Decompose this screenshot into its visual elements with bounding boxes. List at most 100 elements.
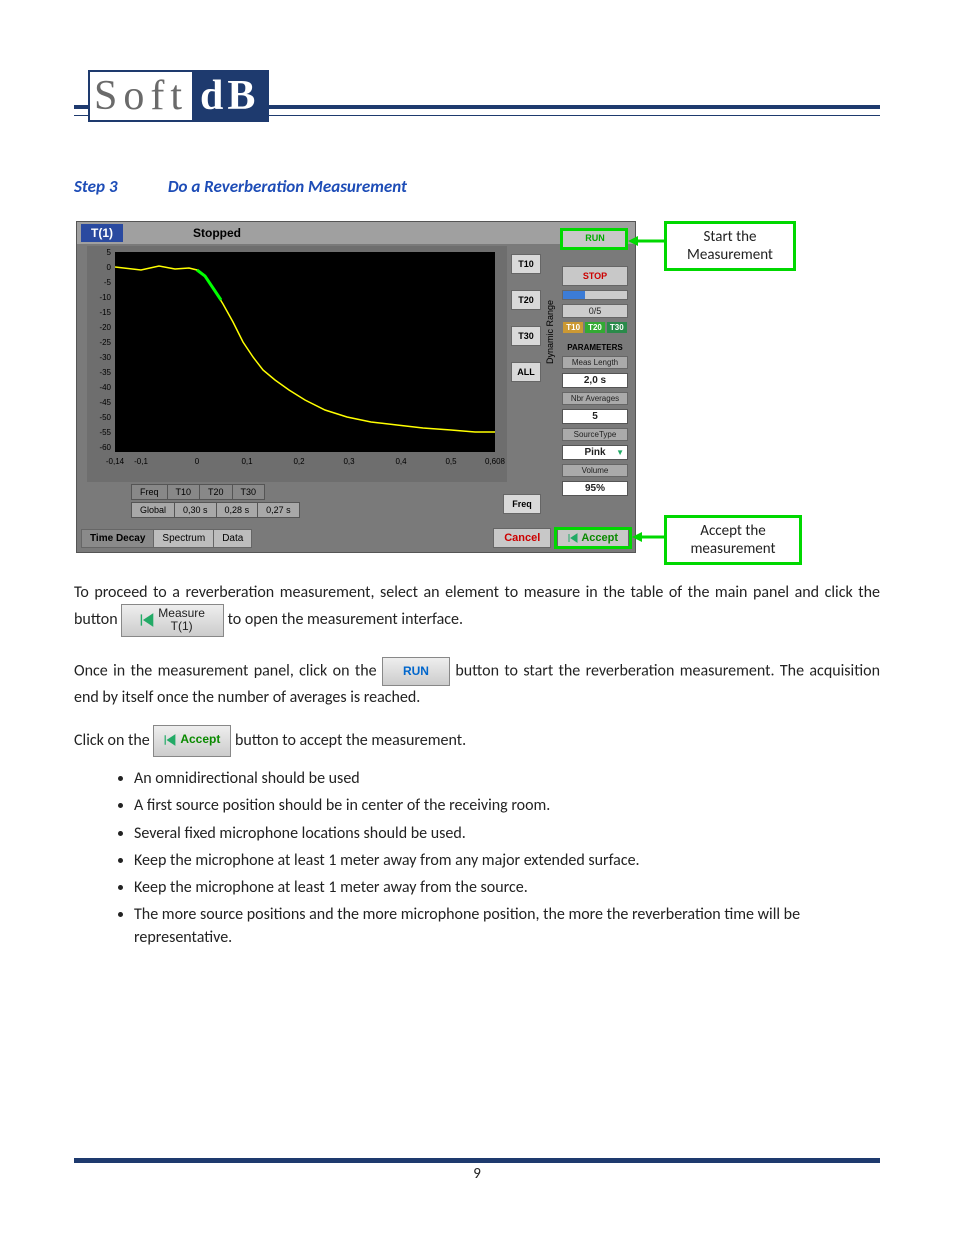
header-t1: T(1) (81, 224, 123, 242)
cell-t10: 0,30 s (174, 502, 217, 518)
nbr-avg-value[interactable]: 5 (562, 409, 628, 424)
guidelines-list: An omnidirectional should be used A firs… (116, 767, 880, 949)
t20-button[interactable]: T20 (511, 290, 541, 310)
t-chip-group: T10 T20 T30 (562, 322, 628, 333)
cell-t30: 0,27 s (257, 502, 300, 518)
xtick: -0,1 (134, 457, 148, 466)
list-item: The more source positions and the more m… (134, 903, 880, 949)
ytick: -55 (87, 428, 111, 437)
ytick: -20 (87, 323, 111, 332)
t10-button[interactable]: T10 (511, 254, 541, 274)
tab-data[interactable]: Data (213, 529, 252, 548)
volume-value[interactable]: 95% (562, 481, 628, 496)
result-value-row: Global 0,30 s 0,28 s 0,27 s (131, 502, 299, 518)
params-header: PARAMETERS (562, 343, 628, 352)
meas-length-value[interactable]: 2,0 s (562, 373, 628, 388)
skip-back-icon (164, 734, 176, 746)
xtick: -0,14 (106, 457, 124, 466)
xtick: 0,3 (343, 457, 354, 466)
list-item: Several fixed microphone locations shoul… (134, 822, 880, 845)
volume-label: Volume (562, 464, 628, 477)
xtick: 0,608 (485, 457, 505, 466)
source-type-label: SourceType (562, 428, 628, 441)
logo: Soft dB (88, 70, 269, 122)
ytick: 0 (87, 263, 111, 272)
accept-button-inline[interactable]: Accept (153, 725, 231, 757)
col-t10: T10 (167, 484, 201, 500)
ytick: -10 (87, 293, 111, 302)
tab-time-decay[interactable]: Time Decay (81, 529, 154, 548)
result-header-row: Freq T10 T20 T30 (131, 484, 264, 500)
freq-button[interactable]: Freq (503, 494, 541, 514)
accept-highlight-box (554, 527, 632, 549)
xtick: 0,1 (241, 457, 252, 466)
accept-inline-label: Accept (180, 731, 220, 748)
col-t30: T30 (232, 484, 266, 500)
ytick: -50 (87, 413, 111, 422)
ytick: -25 (87, 338, 111, 347)
page-header: Soft dB (74, 70, 880, 122)
step-number: Step 3 (74, 176, 164, 197)
arrow-left-icon (628, 235, 664, 247)
step-heading: Step 3 Do a Reverberation Measurement (74, 176, 880, 197)
p3a: Click on the (74, 731, 150, 750)
stop-button[interactable]: STOP (562, 266, 628, 286)
ytick: -45 (87, 398, 111, 407)
list-item: Keep the microphone at least 1 meter awa… (134, 876, 880, 899)
ytick: -40 (87, 383, 111, 392)
page-number: 9 (0, 1165, 954, 1183)
decay-curve (115, 252, 495, 452)
step-title-text: Do a Reverberation Measurement (168, 176, 407, 197)
dynamic-range-label: Dynamic Range (545, 252, 557, 412)
body-text: To proceed to a reverberation measuremen… (74, 581, 880, 950)
source-type-value: Pink (584, 447, 605, 458)
ytick: -35 (87, 368, 111, 377)
t30-button[interactable]: T30 (511, 326, 541, 346)
p3b: button to accept the measurement. (235, 731, 466, 750)
cell-t20: 0,28 s (216, 502, 259, 518)
skip-back-icon (140, 613, 154, 627)
cancel-button[interactable]: Cancel (493, 528, 551, 548)
meas-length-label: Meas Length (562, 356, 628, 369)
run-button-inline[interactable]: RUN (382, 657, 450, 686)
ytick: -60 (87, 443, 111, 452)
arrow-left-icon (632, 531, 664, 543)
run-highlight-box (560, 228, 628, 250)
avg-counter: 0/5 (562, 304, 628, 318)
col-t20: T20 (199, 484, 233, 500)
cell-global: Global (131, 502, 175, 518)
ytick: -5 (87, 278, 111, 287)
header-status: Stopped (193, 226, 241, 240)
tab-spectrum[interactable]: Spectrum (153, 529, 214, 548)
measure-label-top: Measure (158, 606, 205, 620)
measure-button-inline[interactable]: Measure T(1) (121, 604, 224, 636)
footer-rule (74, 1158, 880, 1163)
chip-t10[interactable]: T10 (563, 322, 583, 333)
list-item: A first source position should be in cen… (134, 794, 880, 817)
ytick: -15 (87, 308, 111, 317)
p2a: Once in the measurement panel, click on … (74, 661, 377, 680)
xtick: 0,5 (445, 457, 456, 466)
chevron-down-icon: ▼ (616, 448, 624, 457)
chip-t30[interactable]: T30 (607, 322, 627, 333)
ytick: -30 (87, 353, 111, 362)
xtick: 0 (195, 457, 199, 466)
ytick: 5 (87, 248, 111, 257)
decay-graph: 5 0 -5 -10 -15 -20 -25 -30 -35 -40 -45 -… (87, 246, 507, 482)
p1b: to open the measurement interface. (228, 610, 463, 629)
callout-accept: Accept the measurement (664, 515, 802, 565)
callout-start: Start the Measurement (664, 221, 796, 271)
nbr-avg-label: Nbr Averages (562, 392, 628, 405)
source-type-select[interactable]: Pink ▼ (562, 445, 628, 460)
progress-bar (562, 290, 628, 300)
chip-t20[interactable]: T20 (585, 322, 605, 333)
xtick: 0,4 (395, 457, 406, 466)
all-button[interactable]: ALL (511, 362, 541, 382)
view-tabs: Time Decay Spectrum Data (81, 529, 251, 548)
xtick: 0,2 (293, 457, 304, 466)
list-item: Keep the microphone at least 1 meter awa… (134, 849, 880, 872)
logo-right: dB (192, 72, 267, 120)
list-item: An omnidirectional should be used (134, 767, 880, 790)
col-freq: Freq (131, 484, 168, 500)
measure-label-bot: T(1) (171, 619, 193, 633)
